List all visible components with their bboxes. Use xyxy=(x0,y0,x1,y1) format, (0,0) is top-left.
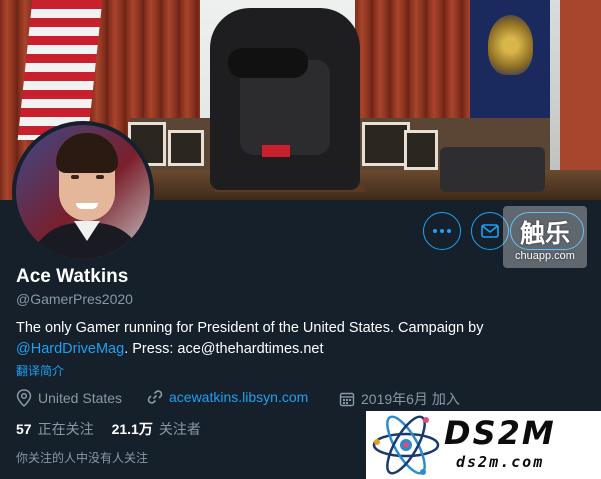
profile-location: United States xyxy=(16,389,122,407)
banner-photo-frame xyxy=(404,130,438,170)
envelope-icon xyxy=(481,224,499,238)
banner-presidential-seal xyxy=(488,15,533,75)
following-count: 57 xyxy=(16,421,32,437)
avatar[interactable] xyxy=(12,121,154,263)
banner-desk-phone xyxy=(440,147,545,192)
banner-photo-frame xyxy=(362,122,410,166)
profile-bio: The only Gamer running for President of … xyxy=(16,318,576,360)
bio-press-text: . Press: ace@thehardtimes.net xyxy=(124,341,324,357)
website-link[interactable]: acewatkins.libsyn.com xyxy=(169,389,308,405)
atom-logo-icon xyxy=(372,415,440,475)
joined-text: 2019年6月 加入 xyxy=(361,391,460,407)
bio-text: The only Gamer running for President of … xyxy=(16,320,484,336)
calendar-icon xyxy=(339,392,355,407)
chuapp-watermark: 触乐 chuapp.com xyxy=(503,206,587,268)
profile-website[interactable]: acewatkins.libsyn.com xyxy=(147,389,308,405)
followers-label: 关注者 xyxy=(158,421,201,437)
profile-joined: 2019年6月 加入 xyxy=(339,389,460,409)
chuapp-watermark-logo: 触乐 xyxy=(519,219,570,248)
avatar-eye xyxy=(71,175,79,179)
banner-us-flag xyxy=(17,0,103,140)
ds2m-watermark-logo: DS2M xyxy=(444,414,556,452)
ds2m-watermark-url: ds2m.com xyxy=(456,453,545,471)
followers-count: 21.1万 xyxy=(111,421,153,437)
avatar-smile xyxy=(76,203,98,209)
more-options-button[interactable] xyxy=(423,212,461,250)
link-icon xyxy=(147,390,163,404)
followed-by-note: 你关注的人中没有人关注 xyxy=(16,451,149,465)
banner-photo-frame xyxy=(168,130,204,166)
following-label: 正在关注 xyxy=(37,421,94,437)
avatar-eye xyxy=(96,175,104,179)
bio-mention-link[interactable]: @HardDriveMag xyxy=(16,341,124,357)
translate-bio-link[interactable]: 翻译简介 xyxy=(16,362,64,379)
location-text: United States xyxy=(38,390,123,406)
location-pin-icon xyxy=(16,389,32,407)
ds2m-watermark: DS2M ds2m.com xyxy=(366,411,601,479)
following-count-link[interactable]: 57 正在关注 xyxy=(16,419,94,439)
ellipsis-icon xyxy=(433,229,451,233)
banner-chair-accent xyxy=(262,145,290,157)
banner-chair-pillow xyxy=(228,48,308,78)
followers-count-link[interactable]: 21.1万 关注者 xyxy=(112,419,201,439)
profile-name: Ace Watkins xyxy=(16,266,129,287)
follow-counts: 57 正在关注 21.1万 关注者 xyxy=(16,419,201,439)
profile-handle: @GamerPres2020 xyxy=(16,291,133,307)
chuapp-watermark-url: chuapp.com xyxy=(515,250,575,262)
avatar-hair xyxy=(56,133,118,173)
